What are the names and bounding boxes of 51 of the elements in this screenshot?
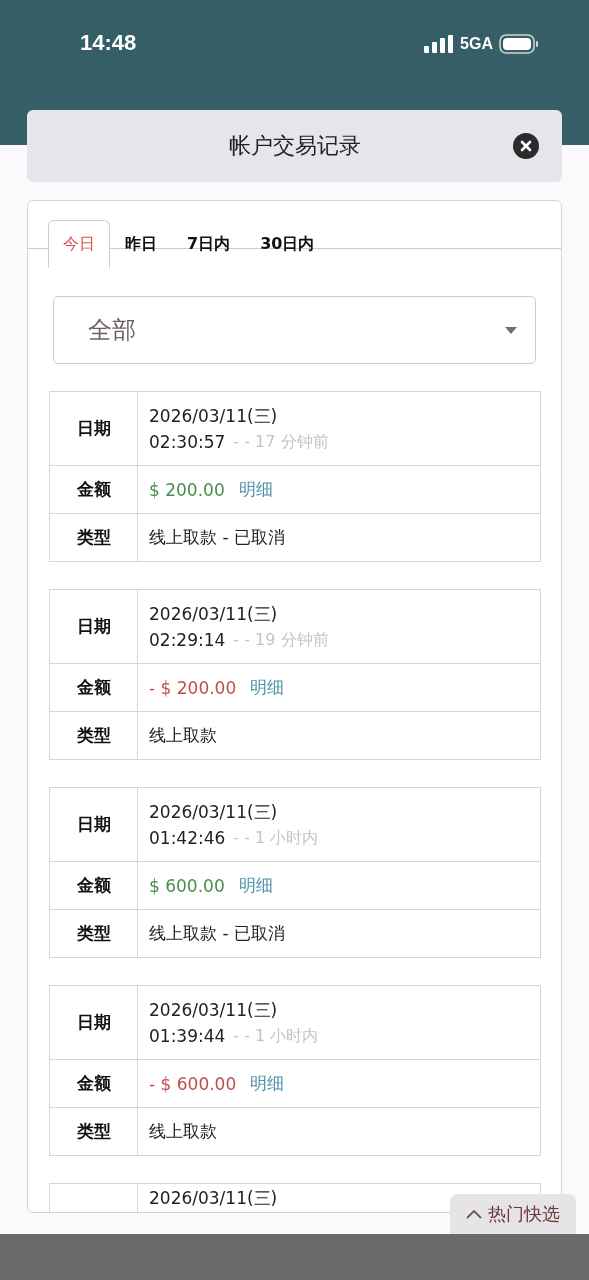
close-icon[interactable]	[512, 132, 540, 160]
row-label: 类型	[50, 712, 138, 759]
detail-link[interactable]: 明细	[250, 1072, 285, 1095]
quick-select-button[interactable]: 热门快选	[450, 1194, 576, 1234]
filter-dropdown[interactable]: 全部	[53, 296, 536, 364]
period-tab[interactable]: 30日内	[245, 220, 330, 268]
amount-text: $ 600.00	[149, 875, 225, 896]
relative-time: - - 1 小时内	[233, 827, 319, 849]
caret-icon	[505, 326, 517, 334]
row-label: 金额	[50, 466, 138, 513]
row-label: 日期	[50, 392, 138, 465]
row-label: 金额	[50, 862, 138, 909]
date-text: 2026/03/11(三)	[149, 998, 278, 1022]
type-text: 线上取款	[148, 724, 218, 747]
detail-link[interactable]: 明细	[238, 874, 273, 897]
row-label: 金额	[50, 664, 138, 711]
modal-title: 帐户交易记录	[228, 132, 361, 160]
type-text: 线上取款 - 已取消	[148, 922, 286, 945]
status-time: 14:48	[80, 30, 137, 56]
row-label: 日期	[50, 788, 138, 861]
row-label: 类型	[50, 1108, 138, 1155]
date-text: 2026/03/11(三)	[149, 800, 278, 824]
relative-time: - - 1 小时内	[233, 1025, 319, 1047]
detail-link[interactable]: 明细	[238, 478, 273, 501]
amount-text: $ 200.00	[149, 479, 225, 500]
period-tab[interactable]: 7日内	[172, 220, 246, 268]
battery-icon	[499, 34, 539, 54]
chevron-up-icon	[466, 1209, 482, 1219]
relative-time: - - 17 分钟前	[233, 431, 329, 453]
time-text: 01:39:44	[149, 1025, 226, 1047]
row-label: 金额	[50, 1060, 138, 1107]
time-text: 02:30:57	[149, 431, 226, 453]
period-tab[interactable]: 昨日	[110, 220, 172, 268]
row-label: 类型	[50, 910, 138, 957]
date-text: 2026/03/11(三)	[149, 1187, 278, 1210]
amount-text: - $ 200.00	[149, 677, 237, 698]
type-text: 线上取款 - 已取消	[148, 526, 286, 549]
time-text: 01:42:46	[149, 827, 226, 849]
period-tab[interactable]: 今日	[48, 220, 110, 268]
detail-link[interactable]: 明细	[250, 676, 285, 699]
relative-time: - - 19 分钟前	[233, 629, 329, 651]
time-text: 02:29:14	[149, 629, 226, 651]
row-label: 日期	[50, 986, 138, 1059]
row-label: 类型	[50, 514, 138, 561]
network-label: 5GA	[460, 35, 493, 53]
signal-icon	[424, 35, 455, 53]
type-text: 线上取款	[148, 1120, 218, 1143]
date-text: 2026/03/11(三)	[149, 602, 278, 626]
date-text: 2026/03/11(三)	[149, 404, 278, 428]
amount-text: - $ 600.00	[149, 1073, 237, 1094]
row-label: 日期	[50, 590, 138, 663]
